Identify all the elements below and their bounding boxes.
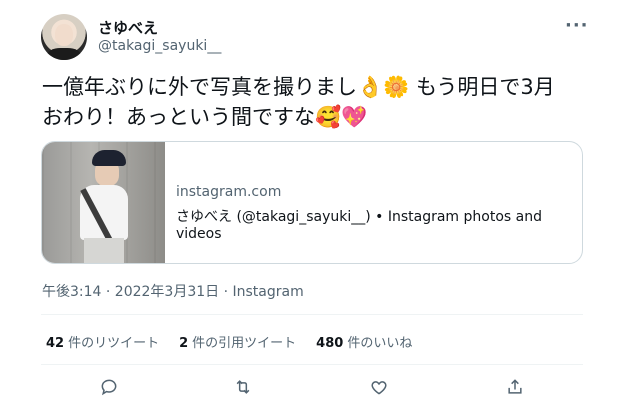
stat-label: 件の引用ツイート <box>192 336 297 351</box>
more-horizontal-icon[interactable]: ··· <box>565 15 589 36</box>
stat-number: 2 <box>179 336 189 351</box>
avatar-body <box>47 48 81 60</box>
avatar-face <box>55 24 73 46</box>
stat-label: 件のいいね <box>347 336 413 351</box>
tweet-text-line1-end: もう明日で3月 <box>416 75 555 99</box>
blossom-emoji: 🌼 <box>383 75 410 99</box>
smiling-hearts-emoji: 🥰 <box>315 105 342 129</box>
tweet-text-line2: おわり！あっという間ですな <box>42 105 315 129</box>
engagement-stats: 42 件のリツイート 2 件の引用ツイート 480 件のいいね <box>46 332 432 351</box>
user-handle[interactable]: @takagi_sayuki__ <box>98 38 221 54</box>
retweet-icon[interactable] <box>230 374 256 400</box>
quote-count[interactable]: 2 件の引用ツイート <box>179 332 296 351</box>
tweet-text-line1: 一億年ぶりに外で写真を撮りまし <box>42 75 357 99</box>
tweet-timestamp[interactable]: 午後3:14 · 2022年3月31日 · Instagram <box>42 281 304 301</box>
reply-icon[interactable] <box>96 374 122 400</box>
like-icon[interactable] <box>366 374 392 400</box>
stat-number: 42 <box>46 336 65 351</box>
divider <box>41 314 583 315</box>
stat-label: 件のリツイート <box>68 336 160 351</box>
tweet-text: 一億年ぶりに外で写真を撮りまし👌🌼 もう明日で3月 おわり！あっという間ですな🥰… <box>42 72 587 132</box>
card-domain: instagram.com <box>176 184 282 200</box>
like-count[interactable]: 480 件のいいね <box>316 332 412 351</box>
action-bar <box>0 374 620 402</box>
divider <box>41 364 583 365</box>
card-thumbnail <box>42 142 165 263</box>
stat-number: 480 <box>316 336 344 351</box>
ok-hand-emoji: 👌 <box>357 75 384 99</box>
link-card[interactable]: instagram.com さゆべえ (@takagi_sayuki__) • … <box>41 141 583 264</box>
share-icon[interactable] <box>502 374 528 400</box>
avatar[interactable] <box>41 14 87 60</box>
display-name[interactable]: さゆべえ <box>98 17 158 38</box>
card-title: さゆべえ (@takagi_sayuki__) • Instagram phot… <box>176 209 542 242</box>
sparkling-heart-emoji: 💖 <box>341 105 368 129</box>
retweet-count[interactable]: 42 件のリツイート <box>46 332 159 351</box>
